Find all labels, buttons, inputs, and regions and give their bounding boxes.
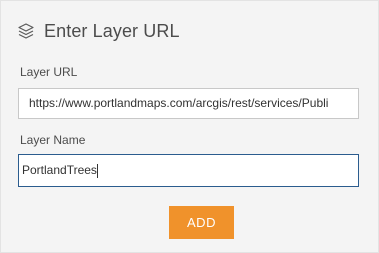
layer-url-label: Layer URL — [20, 65, 78, 79]
enter-layer-url-panel: Enter Layer URL Layer URL https://www.po… — [0, 0, 379, 253]
text-caret — [96, 163, 98, 178]
panel-header: Enter Layer URL — [17, 18, 180, 44]
layers-icon — [17, 22, 35, 40]
layer-name-label: Layer Name — [20, 133, 86, 147]
layer-name-value: PortlandTrees — [22, 163, 97, 177]
layer-url-input[interactable]: https://www.portlandmaps.com/arcgis/rest… — [18, 88, 359, 119]
layer-name-input[interactable]: PortlandTrees — [18, 154, 359, 187]
layer-url-value: https://www.portlandmaps.com/arcgis/rest… — [29, 96, 329, 110]
add-button[interactable]: ADD — [169, 206, 234, 239]
page-title: Enter Layer URL — [44, 20, 180, 41]
